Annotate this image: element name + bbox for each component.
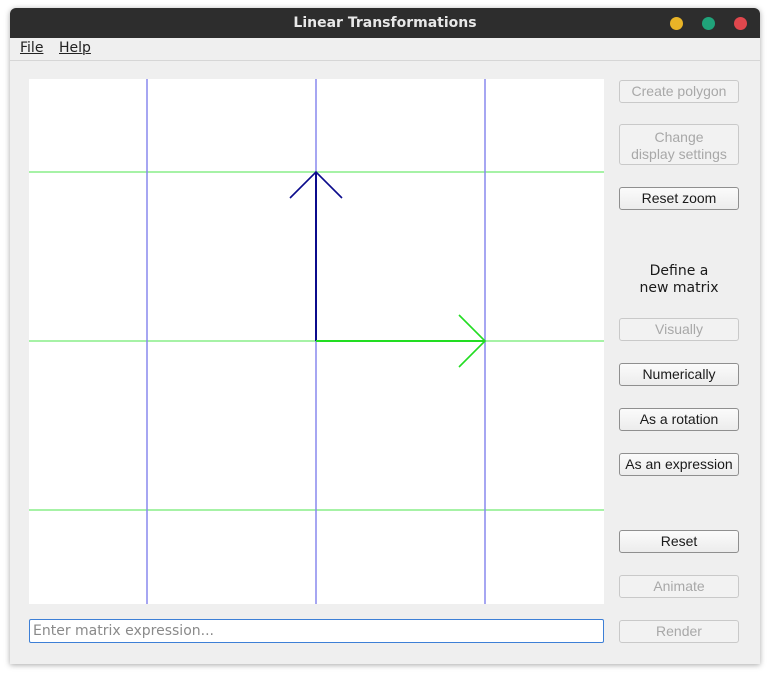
- menu-file[interactable]: File: [20, 40, 43, 56]
- define-expression-button[interactable]: As an expression: [619, 453, 739, 476]
- animate-button[interactable]: Animate: [619, 575, 739, 598]
- change-display-settings-button[interactable]: Change display settings: [619, 124, 739, 165]
- app-window: Linear Transformations File Help Create …: [10, 8, 760, 664]
- minimize-button[interactable]: [670, 17, 683, 30]
- define-visually-button[interactable]: Visually: [619, 318, 739, 341]
- create-polygon-button[interactable]: Create polygon: [619, 80, 739, 103]
- define-rotation-button[interactable]: As a rotation: [619, 408, 739, 431]
- window-title: Linear Transformations: [293, 15, 477, 31]
- transformation-canvas[interactable]: [29, 79, 604, 604]
- define-numerically-button[interactable]: Numerically: [619, 363, 739, 386]
- define-matrix-label: Define a new matrix: [639, 263, 719, 296]
- maximize-button[interactable]: [702, 17, 715, 30]
- render-button[interactable]: Render: [619, 620, 739, 643]
- reset-zoom-button[interactable]: Reset zoom: [619, 187, 739, 210]
- plot-svg: [29, 79, 604, 604]
- title-bar: Linear Transformations: [10, 8, 760, 38]
- basis-vector-j: [289, 170, 343, 341]
- matrix-expression-input[interactable]: [29, 619, 604, 643]
- close-button[interactable]: [734, 17, 747, 30]
- menu-bar: File Help: [10, 38, 760, 61]
- basis-vector-i: [316, 314, 487, 368]
- menu-help[interactable]: Help: [59, 40, 91, 56]
- reset-button[interactable]: Reset: [619, 530, 739, 553]
